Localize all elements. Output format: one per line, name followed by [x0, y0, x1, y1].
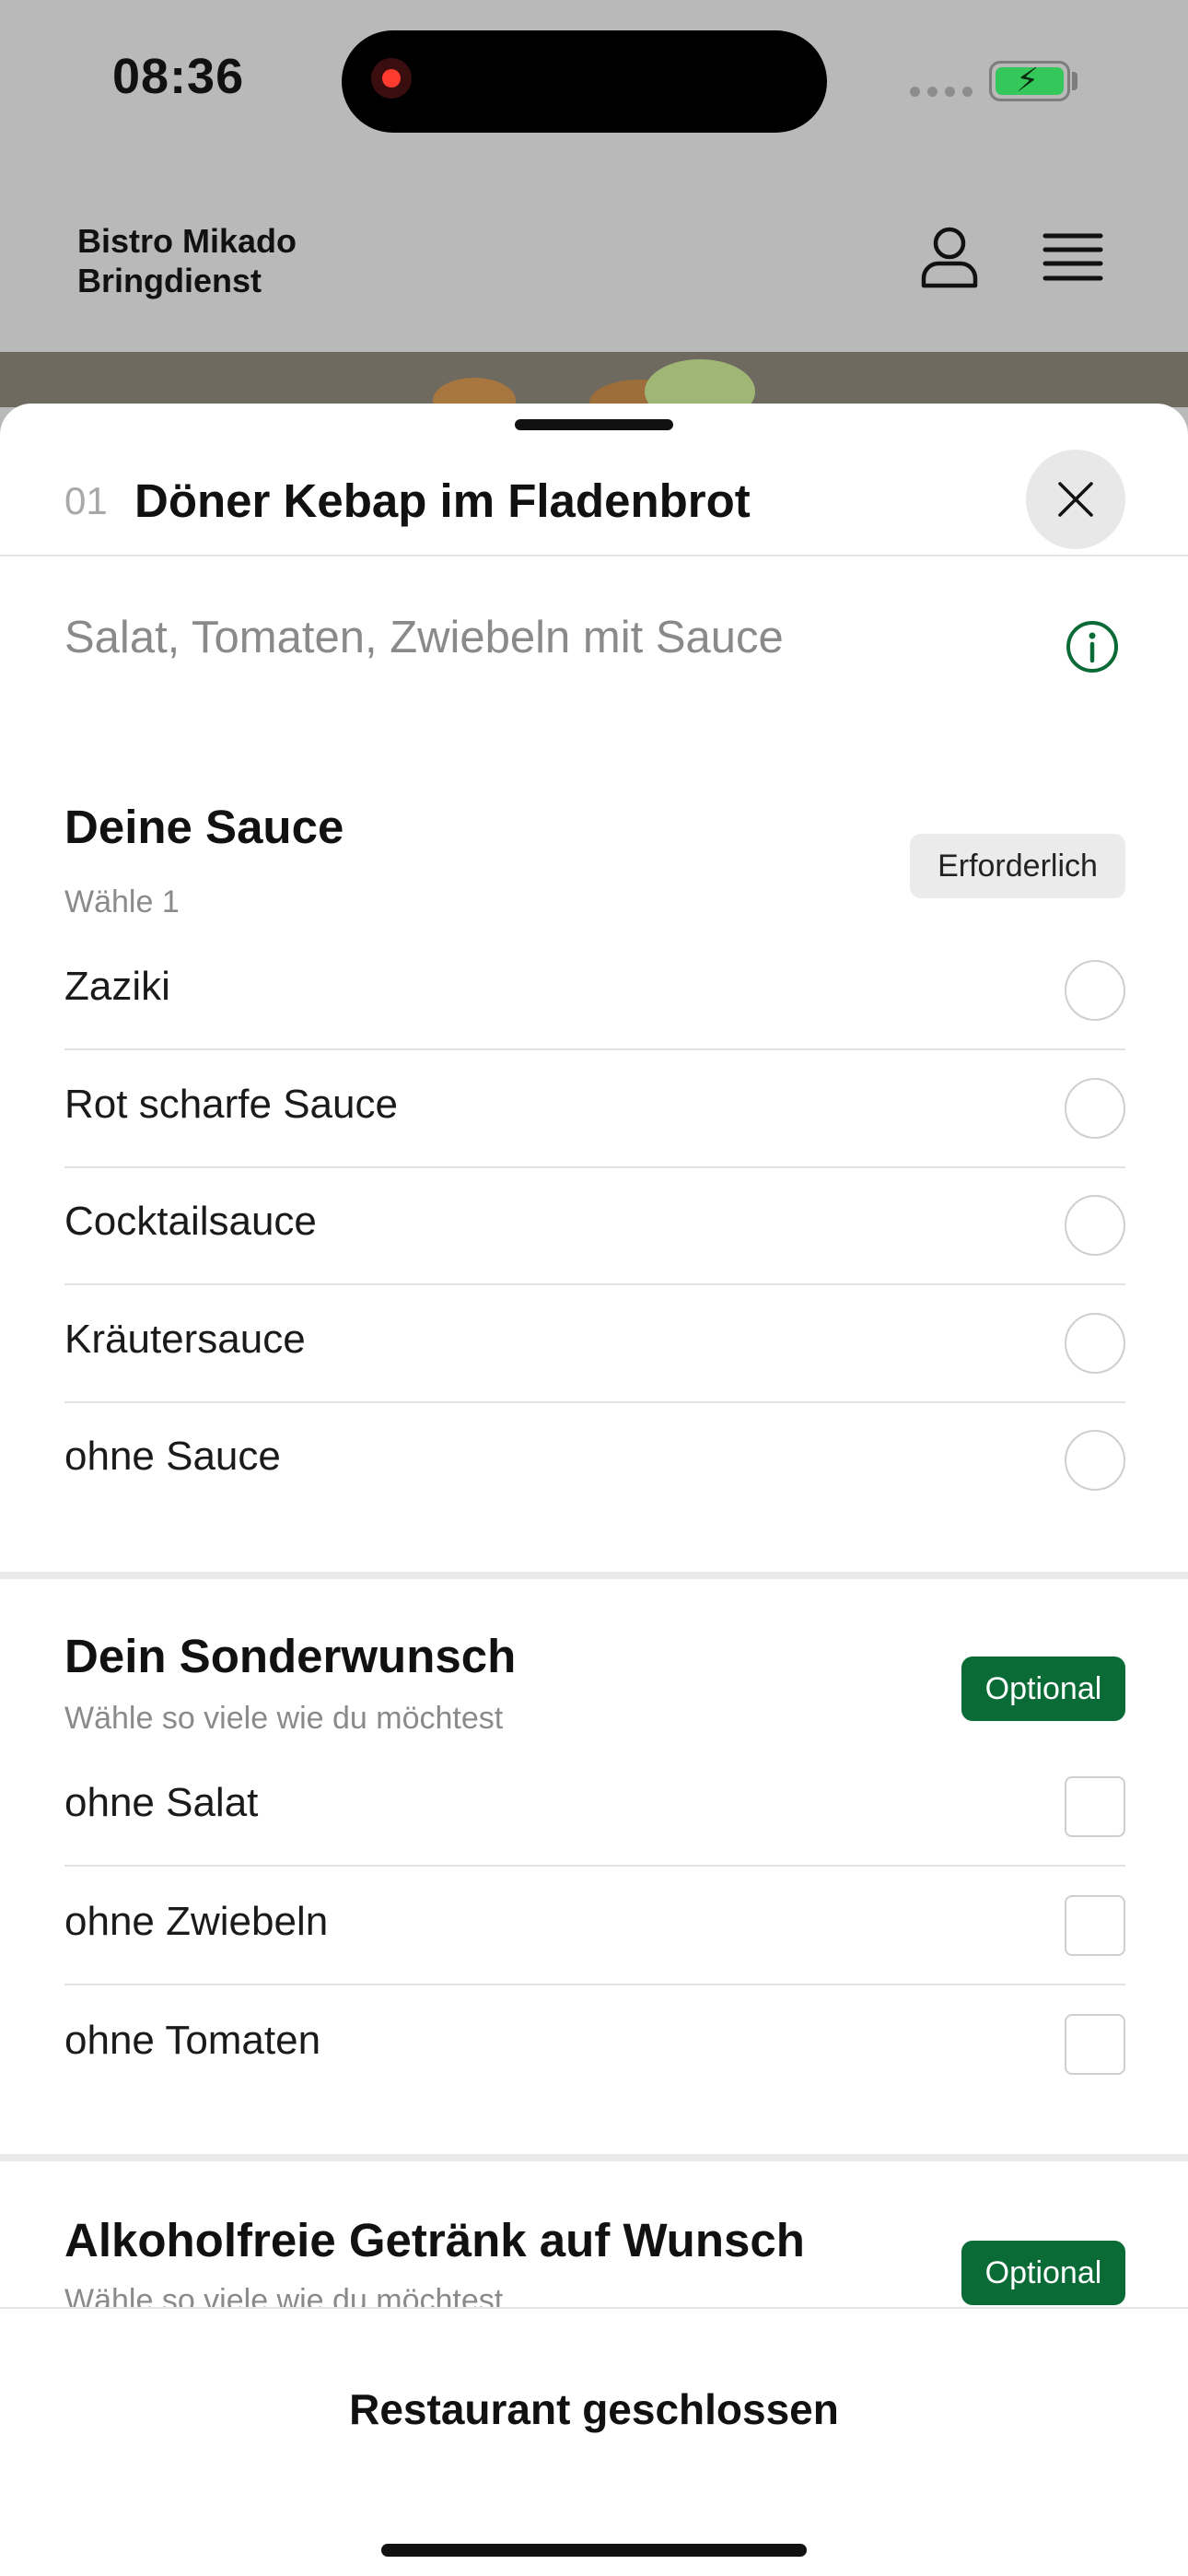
status-bar: 08:36 — [0, 0, 1188, 166]
section-divider — [0, 2154, 1188, 2161]
option-row-zaziki[interactable]: Zaziki — [64, 932, 1125, 1050]
app-header: Bistro Mikado Bringdienst — [0, 166, 1188, 352]
optional-badge: Optional — [961, 1657, 1125, 1721]
checkbox[interactable] — [1065, 1776, 1125, 1837]
group-title-getraenke: Alkoholfreie Getränk auf Wunsch — [64, 2214, 805, 2266]
option-label: ohne Salat — [64, 1780, 259, 1825]
group-title-sonderwunsch: Dein Sonderwunsch — [64, 1630, 517, 1682]
cellular-signal-icon — [910, 87, 973, 97]
info-icon[interactable] — [1065, 619, 1120, 674]
hamburger-menu-icon — [1042, 233, 1103, 281]
option-label: Zaziki — [64, 964, 170, 1009]
account-button[interactable] — [916, 223, 983, 289]
option-row-ohne-zwiebeln[interactable]: ohne Zwiebeln — [64, 1868, 1125, 1985]
item-title: Döner Kebap im Fladenbrot — [134, 474, 751, 527]
close-icon — [1058, 482, 1093, 517]
battery-charging-icon — [989, 61, 1070, 101]
item-number: 01 — [64, 479, 108, 522]
recording-indicator-icon — [371, 58, 412, 99]
option-row-ohne-tomaten[interactable]: ohne Tomaten — [64, 1986, 1125, 2104]
sheet-header: 01 Döner Kebap im Fladenbrot — [0, 431, 1188, 556]
option-label: Cocktailsauce — [64, 1199, 317, 1244]
home-indicator[interactable] — [381, 2544, 807, 2557]
option-row-rot-scharfe-sauce[interactable]: Rot scharfe Sauce — [64, 1050, 1125, 1168]
group-subtitle-sonderwunsch: Wähle so viele wie du möchtest — [64, 1701, 504, 1736]
option-row-ohne-sauce[interactable]: ohne Sauce — [64, 1402, 1125, 1520]
dynamic-island — [342, 30, 827, 133]
option-label: Kräutersauce — [64, 1317, 306, 1362]
sheet-grabber[interactable] — [515, 419, 673, 430]
option-row-kraeutersauce[interactable]: Kräutersauce — [64, 1285, 1125, 1403]
hero-image — [0, 352, 1188, 407]
option-label: ohne Zwiebeln — [64, 1899, 329, 1944]
radio-button[interactable] — [1065, 1430, 1125, 1491]
optional-badge: Optional — [961, 2241, 1125, 2305]
status-time: 08:36 — [112, 49, 245, 104]
option-label: ohne Tomaten — [64, 2018, 321, 2063]
option-label: ohne Sauce — [64, 1434, 281, 1479]
restaurant-closed-label: Restaurant geschlossen — [349, 2385, 839, 2433]
checkbox[interactable] — [1065, 2014, 1125, 2075]
group-title-sauce: Deine Sauce — [64, 801, 344, 853]
option-row-cocktailsauce[interactable]: Cocktailsauce — [64, 1167, 1125, 1285]
close-button[interactable] — [1026, 450, 1125, 549]
radio-button[interactable] — [1065, 1078, 1125, 1139]
radio-button[interactable] — [1065, 1313, 1125, 1374]
radio-button[interactable] — [1065, 1195, 1125, 1256]
required-badge: Erforderlich — [910, 834, 1125, 898]
menu-button[interactable] — [1042, 232, 1103, 282]
radio-button[interactable] — [1065, 960, 1125, 1021]
option-row-ohne-salat[interactable]: ohne Salat — [64, 1749, 1125, 1867]
sheet-footer: Restaurant geschlossen — [0, 2307, 1188, 2576]
group-subtitle-sauce: Wähle 1 — [64, 884, 180, 919]
item-description: Salat, Tomaten, Zwiebeln mit Sauce — [64, 613, 784, 662]
checkbox[interactable] — [1065, 1895, 1125, 1956]
option-label: Rot scharfe Sauce — [64, 1082, 398, 1127]
section-divider — [0, 1572, 1188, 1579]
person-icon — [921, 227, 978, 288]
restaurant-name[interactable]: Bistro Mikado Bringdienst — [77, 221, 297, 300]
product-detail-sheet: 01 Döner Kebap im Fladenbrot Salat, Toma… — [0, 404, 1188, 2576]
